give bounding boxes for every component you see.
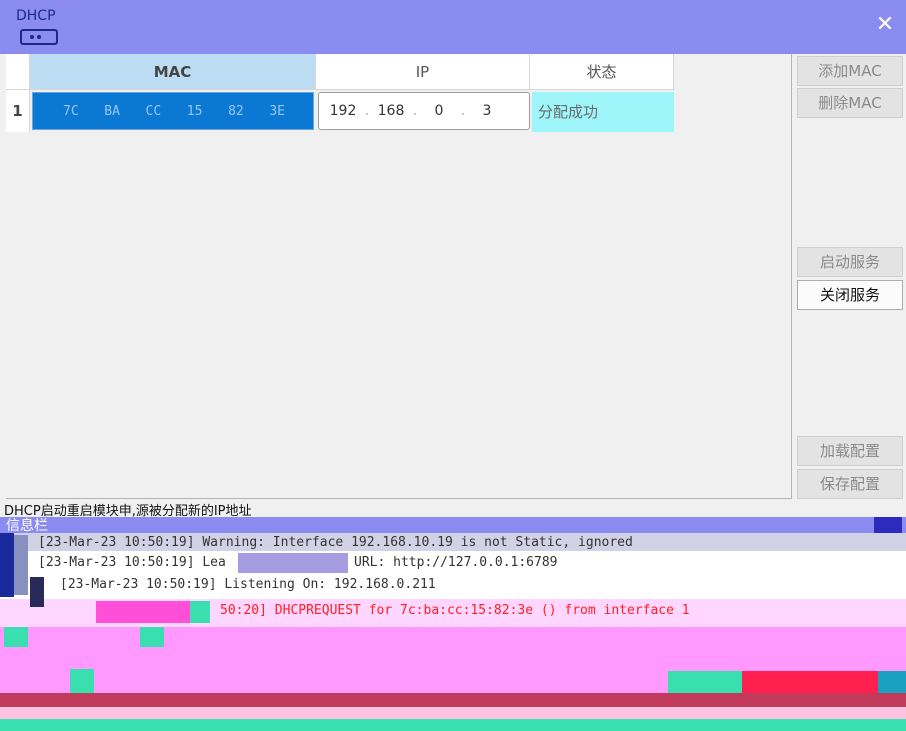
ip-separator: . xyxy=(460,103,466,119)
load-config-button[interactable]: 加载配置 xyxy=(797,436,903,466)
window-title: DHCP xyxy=(16,8,56,24)
log-line: URL: http://127.0.0.1:6789 xyxy=(354,555,558,570)
log-panel: 信息栏 [23-Mar-23 10:50:19] Warning: Interf… xyxy=(0,517,906,731)
log-header: 信息栏 xyxy=(0,517,906,534)
table-corner xyxy=(6,54,30,90)
ip-octet[interactable]: 3 xyxy=(471,103,503,119)
status-cell[interactable]: 分配成功 xyxy=(532,92,674,132)
save-config-button[interactable]: 保存配置 xyxy=(797,469,903,499)
mac-octet: CC xyxy=(145,103,162,119)
ip-separator: . xyxy=(364,103,370,119)
delete-mac-button[interactable]: 删除MAC xyxy=(797,88,903,118)
ip-address-input[interactable]: 192 . 168 . 0 . 3 xyxy=(318,92,530,130)
ip-separator: . xyxy=(412,103,418,119)
mac-cell[interactable]: 7C BA CC 15 82 3E xyxy=(32,92,314,130)
mac-octet: BA xyxy=(104,103,120,119)
router-icon xyxy=(20,29,58,45)
log-line: [23-Mar-23 10:50:19] Lea xyxy=(38,555,226,570)
mac-octet: 82 xyxy=(228,103,244,119)
log-line: 50:20] DHCPREQUEST for 7c:ba:cc:15:82:3e… xyxy=(220,603,690,618)
log-line: [23-Mar-23 10:50:19] Listening On: 192.1… xyxy=(60,577,436,592)
title-bar: DHCP ✕ xyxy=(0,0,906,54)
mac-octet: 3E xyxy=(269,103,285,119)
column-header-mac[interactable]: MAC xyxy=(30,54,316,90)
column-header-status[interactable]: 状态 xyxy=(530,54,674,90)
start-service-button[interactable]: 启动服务 xyxy=(797,247,903,277)
add-mac-button[interactable]: 添加MAC xyxy=(797,56,903,86)
ip-octet[interactable]: 0 xyxy=(423,103,455,119)
column-header-ip[interactable]: IP xyxy=(316,54,530,90)
mac-octet: 15 xyxy=(186,103,203,119)
stop-service-button[interactable]: 关闭服务 xyxy=(797,280,903,310)
dhcp-window: DHCP ✕ MAC IP 状态 1 7C BA CC 15 82 3E 192… xyxy=(0,0,906,731)
log-line: [23-Mar-23 10:50:19] Warning: Interface … xyxy=(38,535,633,550)
mac-octet: 7C xyxy=(63,103,79,119)
ip-octet[interactable]: 192 xyxy=(327,103,359,119)
close-icon[interactable]: ✕ xyxy=(874,14,896,36)
ip-octet[interactable]: 168 xyxy=(375,103,407,119)
mac-ip-table: MAC IP 状态 1 7C BA CC 15 82 3E 192 . 168 … xyxy=(6,54,792,499)
row-number[interactable]: 1 xyxy=(6,90,30,132)
